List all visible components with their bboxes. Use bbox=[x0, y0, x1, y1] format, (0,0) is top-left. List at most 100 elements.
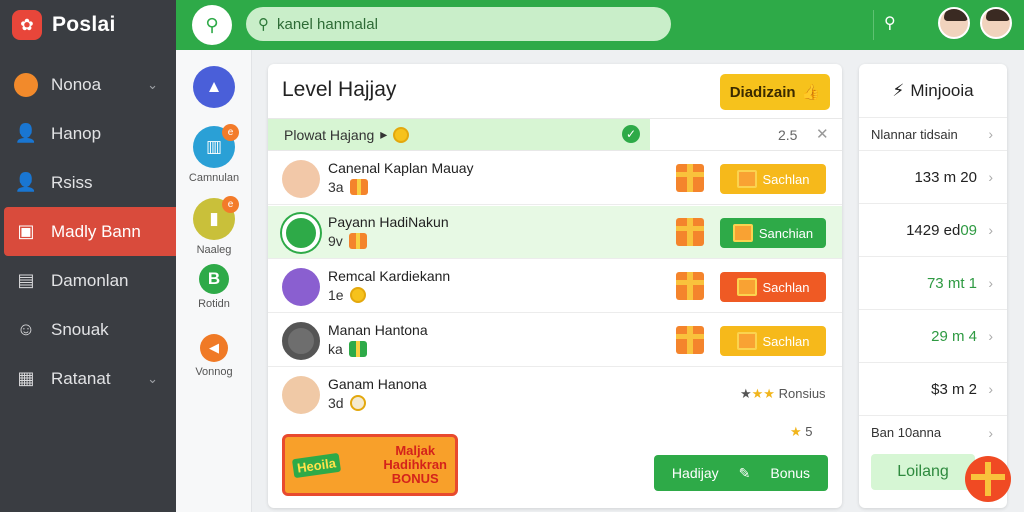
b-logo-icon: B bbox=[199, 264, 229, 294]
sidebar-item-snouak[interactable]: ☺ Snouak bbox=[0, 305, 176, 354]
list-icon: ▦ bbox=[17, 368, 35, 388]
bonus-button[interactable]: Hadijay ✎ Bonus bbox=[654, 455, 828, 491]
coin-icon bbox=[349, 287, 366, 303]
promo-line: BONUS bbox=[391, 471, 439, 486]
star-count-value: 5 bbox=[805, 424, 813, 439]
person-icon: 👤 bbox=[14, 172, 38, 192]
row-value: 133 m 20 bbox=[914, 168, 977, 186]
right-panel-row[interactable]: 73 mt 1 › bbox=[859, 257, 1007, 310]
search-icon[interactable]: ⚲ bbox=[884, 13, 896, 33]
avatar[interactable] bbox=[980, 7, 1012, 39]
bonus-button-label: Bonus bbox=[770, 465, 811, 481]
promo-banner[interactable]: Heoila Maljak Hadihkran BONUS bbox=[282, 434, 458, 496]
search-icon: ⚲ bbox=[205, 14, 219, 35]
rail-item-profile[interactable]: ▲ bbox=[176, 66, 252, 112]
avatar bbox=[282, 322, 320, 360]
sidebar-item-hanop[interactable]: 👤 Hanop bbox=[0, 109, 176, 158]
notification-badge: e bbox=[222, 124, 239, 141]
button-label: Sachlan bbox=[762, 279, 810, 295]
avatar[interactable] bbox=[938, 7, 970, 39]
sidebar-item-label: Madly Bann bbox=[51, 221, 141, 241]
gift-icon bbox=[348, 341, 367, 357]
right-panel-row[interactable]: 133 m 20 › bbox=[859, 151, 1007, 204]
filter-label: Plowat Hajang bbox=[284, 126, 375, 143]
table-row[interactable]: Payann HadiNakun 9v Sanchian bbox=[268, 206, 842, 259]
thumbs-up-icon: 👍 bbox=[801, 84, 821, 101]
chevron-down-icon[interactable]: ⌄ bbox=[147, 77, 158, 93]
row-value: 29 m 4 bbox=[931, 327, 977, 345]
avatar bbox=[282, 160, 320, 198]
avatar bbox=[282, 268, 320, 306]
chevron-right-icon: › bbox=[988, 424, 993, 441]
row-action-button[interactable]: Sachlan bbox=[720, 326, 826, 356]
brand[interactable]: ✿ Poslai bbox=[0, 0, 176, 50]
table-row[interactable]: Canenal Kaplan Mauay 3a Sachlan bbox=[268, 152, 842, 205]
promo-line: Hadihkran bbox=[383, 457, 447, 472]
caret-icon: ▸ bbox=[380, 126, 388, 142]
sidebar-item-damonlan[interactable]: ▤ Damonlan bbox=[0, 256, 176, 305]
gift-icon bbox=[676, 164, 704, 192]
button-label: Sachlan bbox=[762, 171, 810, 187]
rail-item-rotidn[interactable]: B Rotidn bbox=[176, 264, 252, 310]
chevron-right-icon: › bbox=[988, 275, 993, 291]
star-icon: ★ bbox=[740, 386, 752, 401]
search-box[interactable]: ⚲ bbox=[246, 7, 671, 41]
rail-item-label: Vonnog bbox=[195, 366, 233, 378]
row-value: Ban 10anna bbox=[871, 425, 942, 440]
chart-icon: ▮ e bbox=[193, 196, 239, 240]
right-panel-row[interactable]: Nlannar tidsain › bbox=[859, 118, 1007, 151]
header-action-button[interactable]: Diadizain 👍 bbox=[720, 74, 830, 110]
face-icon bbox=[14, 72, 38, 97]
chevron-right-icon: › bbox=[988, 169, 993, 185]
rail-item-label: Rotidn bbox=[198, 298, 230, 310]
rail-item-label: Camnulan bbox=[188, 172, 240, 184]
rail-item-camnulan[interactable]: ▥ e Camnulan bbox=[176, 124, 252, 184]
sidebar-item-ratanat[interactable]: ▦ Ratanat ⌄ bbox=[0, 354, 176, 403]
right-panel-row[interactable]: $3 m 2 › bbox=[859, 363, 1007, 416]
table-row[interactable]: Manan Hantona ka Sachlan bbox=[268, 314, 842, 367]
secondary-rail: ▲ ▥ e Camnulan ▮ e Naaleg B Rotidn ◀ Vonno… bbox=[176, 50, 252, 512]
sidebar-item-nonoa[interactable]: Nonoa ⌄ bbox=[0, 60, 176, 109]
star-count: ★ 5 bbox=[790, 424, 813, 440]
sidebar-item-madly-bann[interactable]: ▣ Madly Bann bbox=[4, 207, 176, 256]
row-action-button[interactable]: Sachlan bbox=[720, 164, 826, 194]
right-panel-row[interactable]: Ban 10anna › bbox=[859, 416, 1007, 449]
gift-icon bbox=[676, 272, 704, 300]
coin-icon bbox=[349, 395, 366, 411]
sidebar-item-label: Ratanat bbox=[51, 368, 111, 388]
gift-icon bbox=[349, 179, 368, 195]
sidebar-item-label: Snouak bbox=[51, 319, 109, 339]
search-button[interactable]: ⚲ bbox=[192, 5, 232, 45]
rail-item-vonnog[interactable]: ◀ Vonnog bbox=[176, 334, 252, 378]
table-row[interactable]: Remcal Kardiekann 1e Sachlan bbox=[268, 260, 842, 313]
sidebar: ✿ Poslai Nonoa ⌄ 👤 Hanop 👤 Rsiss ▣ Madly… bbox=[0, 0, 176, 512]
page-title: Level Hajjay bbox=[282, 78, 397, 101]
table-row[interactable]: Ganam Hanona 3d ★★★ Ronsius bbox=[268, 368, 842, 421]
avatar bbox=[282, 376, 320, 414]
gift-icon bbox=[348, 233, 367, 249]
rating-label: Ronsius bbox=[778, 386, 826, 401]
coin-icon bbox=[393, 126, 410, 143]
rail-item-naaleg[interactable]: ▮ e Naaleg bbox=[176, 196, 252, 256]
filter-select[interactable]: Plowat Hajang ▸ ✓ bbox=[268, 119, 650, 150]
gift-icon[interactable] bbox=[965, 456, 1011, 502]
right-panel: ⚡ Minjooia Nlannar tidsain › 133 m 20 › 14… bbox=[859, 64, 1007, 508]
row-action-button[interactable]: Sanchian bbox=[720, 218, 826, 248]
right-panel-row[interactable]: 1429 ed 09 › bbox=[859, 204, 1007, 257]
search-input[interactable] bbox=[277, 15, 657, 33]
row-level: 3a bbox=[328, 179, 368, 195]
row-action-button[interactable]: Sachlan bbox=[720, 272, 826, 302]
app-logo-icon: ✿ bbox=[12, 10, 42, 40]
chevron-right-icon: › bbox=[988, 381, 993, 397]
close-icon[interactable]: ✕ bbox=[816, 125, 829, 143]
level-value: 1e bbox=[328, 287, 344, 303]
calendar-icon: ▤ bbox=[17, 270, 35, 290]
chevron-down-icon[interactable]: ⌄ bbox=[147, 371, 158, 387]
building-icon: ▥ e bbox=[193, 124, 239, 168]
sidebar-item-rsiss[interactable]: 👤 Rsiss bbox=[0, 158, 176, 207]
right-panel-row[interactable]: 29 m 4 › bbox=[859, 310, 1007, 363]
right-panel-button[interactable]: Loilang bbox=[871, 454, 975, 490]
row-level: 1e bbox=[328, 287, 366, 303]
profile-icon: ▲ bbox=[193, 66, 235, 108]
divider bbox=[873, 10, 874, 40]
